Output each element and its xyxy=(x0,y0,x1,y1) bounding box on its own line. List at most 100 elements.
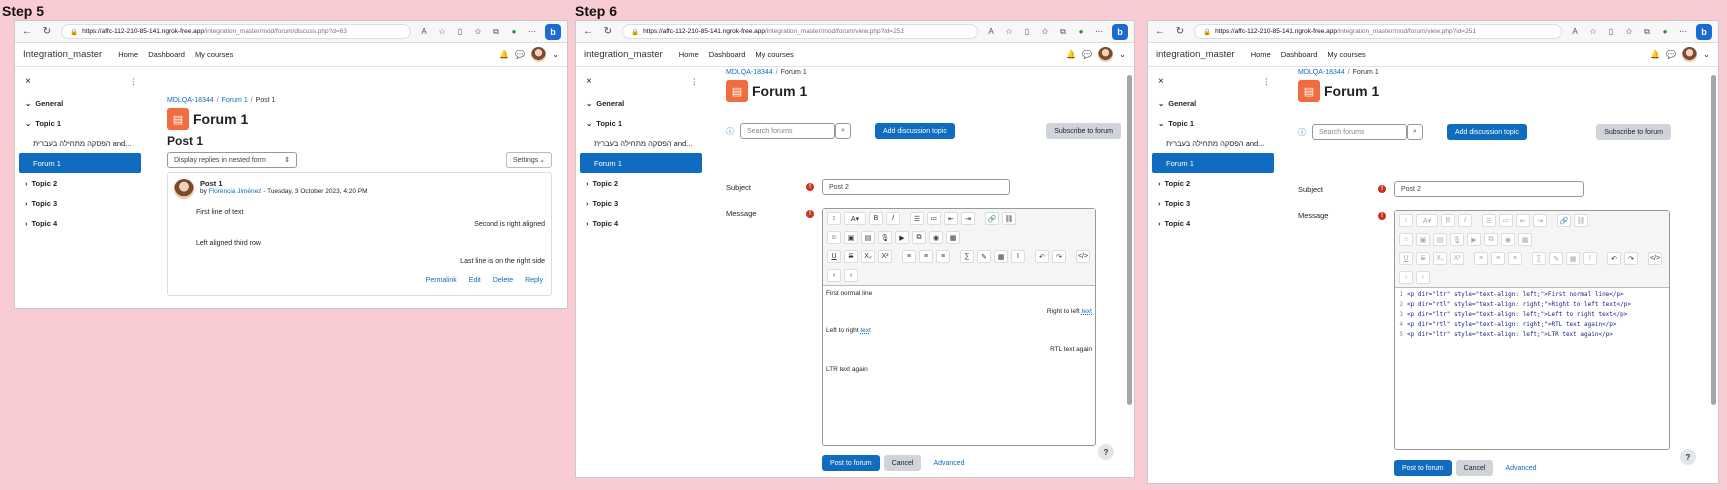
drawer-forum1[interactable]: Forum 1 xyxy=(1152,153,1274,173)
nav-dashboard[interactable]: Dashboard xyxy=(709,50,746,59)
close-icon[interactable]: × xyxy=(1158,76,1164,87)
chevron-down-icon[interactable]: ⌄ xyxy=(1703,50,1710,59)
html-source-view[interactable]: 1 <p dir="ltr" style="text-align: left;">… xyxy=(1395,288,1669,344)
crumb-course[interactable]: MDLQA-18344 xyxy=(167,97,214,104)
extension-icon[interactable]: ● xyxy=(1660,27,1670,36)
nav-home[interactable]: Home xyxy=(679,50,699,59)
drawer-general[interactable]: ⌄ General xyxy=(576,93,706,113)
author-link[interactable]: Florencia Jiménez xyxy=(209,188,262,195)
collections-icon[interactable]: ⧉ xyxy=(1642,27,1652,37)
message-editor[interactable]: ↕ A▾ B I ☰ ≔ ⇤ ⇥ 🔗 ⛓ ☺ ▣ ▤ 🎙 ▶ ⧉ ◉ ▦ U S… xyxy=(822,208,1096,446)
indent-icon[interactable]: ⇥ xyxy=(961,212,975,225)
read-aloud-icon[interactable]: A xyxy=(986,27,996,36)
bing-icon[interactable]: b xyxy=(545,23,561,40)
link-icon[interactable]: 🔗 xyxy=(985,212,999,225)
ordered-list-icon[interactable]: ≔ xyxy=(927,212,941,225)
search-forums-input[interactable]: Search forums xyxy=(740,123,835,139)
chat-icon[interactable]: 💬 xyxy=(1082,50,1092,59)
nav-my-courses[interactable]: My courses xyxy=(1327,50,1365,59)
advanced-link[interactable]: Advanced xyxy=(933,460,964,467)
add-discussion-button[interactable]: Add discussion topic xyxy=(1447,124,1527,140)
insert-table-icon[interactable]: ▦ xyxy=(994,250,1008,263)
split-screen-icon[interactable]: ▯ xyxy=(1022,27,1032,36)
drawer-topic2[interactable]: › Topic 2 xyxy=(15,173,145,193)
media-icon[interactable]: ▤ xyxy=(861,231,875,244)
bold-icon[interactable]: B xyxy=(869,212,883,225)
back-icon[interactable]: ← xyxy=(582,26,594,37)
collections-icon[interactable]: ⧉ xyxy=(1058,27,1068,37)
drawer-general[interactable]: ⌄ General xyxy=(15,93,145,113)
redo-icon[interactable]: ↷ xyxy=(1052,250,1066,263)
nav-my-courses[interactable]: My courses xyxy=(195,50,233,59)
drawer-topic1[interactable]: ⌄ Topic 1 xyxy=(15,113,145,133)
help-icon[interactable]: ⓘ xyxy=(1298,127,1306,138)
align-center-icon[interactable]: ≡ xyxy=(919,250,933,263)
more-icon[interactable]: ⋯ xyxy=(1094,27,1104,36)
site-name[interactable]: Integration_master xyxy=(23,49,102,60)
equation-icon[interactable]: ∑ xyxy=(960,250,974,263)
search-forums-input[interactable]: Search forums xyxy=(1312,124,1407,140)
drawer-forum1[interactable]: Forum 1 xyxy=(19,153,141,173)
read-aloud-icon[interactable]: A xyxy=(1570,27,1580,36)
back-icon[interactable]: ← xyxy=(21,26,33,37)
avatar[interactable] xyxy=(1098,47,1114,62)
avatar[interactable] xyxy=(531,47,547,62)
subject-input[interactable]: Post 2 xyxy=(1394,181,1584,197)
site-name[interactable]: integration_master xyxy=(584,49,663,60)
drawer-hebrew-item[interactable]: הפסקה מתחילה בעברית and... xyxy=(576,133,706,153)
subject-input[interactable]: Post 2 xyxy=(822,179,1010,195)
drawer-hebrew-item[interactable]: הפסקה מתחילה בעברית and... xyxy=(1148,133,1278,153)
strikethrough-icon[interactable]: S xyxy=(844,250,858,263)
url-field[interactable]: 🔒 https://affc-112-210-85-141.ngrok-free… xyxy=(61,24,411,39)
favorite-icon[interactable]: ☆ xyxy=(437,27,447,36)
scrollbar[interactable] xyxy=(1127,75,1132,405)
align-right-icon[interactable]: ≡ xyxy=(936,250,950,263)
nav-dashboard[interactable]: Dashboard xyxy=(148,50,185,59)
favorites-bar-icon[interactable]: ✩ xyxy=(473,27,483,36)
kebab-icon[interactable]: ⋮ xyxy=(691,77,699,86)
superscript-icon[interactable]: X² xyxy=(878,250,892,263)
editor-content[interactable]: First normal line Right to left text Lef… xyxy=(823,286,1095,436)
h5p-icon[interactable]: ◉ xyxy=(929,231,943,244)
nav-my-courses[interactable]: My courses xyxy=(755,50,793,59)
delete-link[interactable]: Delete xyxy=(493,277,513,284)
avatar[interactable] xyxy=(1682,47,1698,62)
favorites-bar-icon[interactable]: ✩ xyxy=(1040,27,1050,36)
underline-icon[interactable]: U xyxy=(827,250,841,263)
split-screen-icon[interactable]: ▯ xyxy=(455,27,465,36)
undo-icon[interactable]: ↶ xyxy=(1607,252,1621,265)
display-mode-select[interactable]: Display replies in nested form ⇕ xyxy=(167,152,297,168)
refresh-icon[interactable]: ↻ xyxy=(602,26,614,37)
drawer-topic4[interactable]: › Topic 4 xyxy=(576,213,706,233)
manage-files-icon[interactable]: ⧉ xyxy=(912,231,926,244)
reply-link[interactable]: Reply xyxy=(525,277,543,284)
post-to-forum-button[interactable]: Post to forum xyxy=(1394,460,1452,476)
drawer-general[interactable]: ⌄ General xyxy=(1148,93,1278,113)
chat-icon[interactable]: 💬 xyxy=(515,50,525,59)
edit-link[interactable]: Edit xyxy=(469,277,481,284)
bell-icon[interactable]: 🔔 xyxy=(499,50,509,59)
help-button[interactable]: ? xyxy=(1098,444,1114,460)
drawer-topic4[interactable]: › Topic 4 xyxy=(15,213,145,233)
drawer-topic2[interactable]: › Topic 2 xyxy=(1148,173,1278,193)
collections-icon[interactable]: ⧉ xyxy=(491,27,501,37)
subscribe-button[interactable]: Subscribe to forum xyxy=(1596,124,1671,140)
font-style-icon[interactable]: A▾ xyxy=(844,212,866,225)
scrollbar[interactable] xyxy=(1711,75,1716,405)
ltr-icon[interactable]: › xyxy=(827,269,841,282)
drawer-topic4[interactable]: › Topic 4 xyxy=(1148,213,1278,233)
html-icon[interactable]: </> xyxy=(1648,252,1662,265)
record-video-icon[interactable]: ▶ xyxy=(895,231,909,244)
crumb-course[interactable]: MDLQA-18344 xyxy=(726,69,773,76)
drawer-topic1[interactable]: ⌄ Topic 1 xyxy=(1148,113,1278,133)
crumb-forum[interactable]: Forum 1 xyxy=(222,97,248,104)
nav-home[interactable]: Home xyxy=(1251,50,1271,59)
align-left-icon[interactable]: ≡ xyxy=(902,250,916,263)
unordered-list-icon[interactable]: ☰ xyxy=(910,212,924,225)
kebab-icon[interactable]: ⋮ xyxy=(130,77,138,86)
html-icon[interactable]: </> xyxy=(1076,250,1090,263)
favorites-bar-icon[interactable]: ✩ xyxy=(1624,27,1634,36)
search-button[interactable]: ⌕ xyxy=(1407,124,1423,140)
drawer-topic1[interactable]: ⌄ Topic 1 xyxy=(576,113,706,133)
extension-icon[interactable]: ● xyxy=(1076,27,1086,36)
